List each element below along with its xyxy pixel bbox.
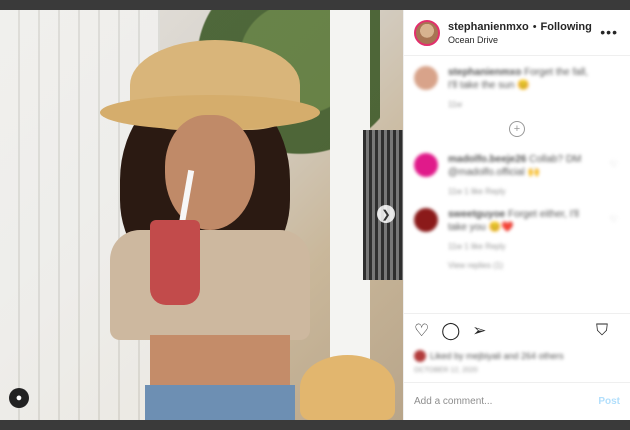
- next-photo-button[interactable]: ❯: [377, 205, 395, 223]
- add-comment-bar: Post: [404, 382, 630, 420]
- tagged-users-button[interactable]: ●: [9, 388, 29, 408]
- photo-torso: [150, 335, 290, 390]
- comments-list: stephanienmxo Forget the fall, I'll take…: [404, 56, 630, 313]
- bookmark-icon[interactable]: ⛉: [596, 322, 608, 340]
- likes-summary[interactable]: Liked by mejbiyali and 264 others: [404, 347, 630, 365]
- post-comment-button[interactable]: Post: [598, 396, 620, 407]
- comment-item: stephanienmxo Forget the fall, I'll take…: [414, 66, 620, 109]
- like-comment-icon[interactable]: ♡: [610, 159, 618, 170]
- comment-meta: 11w: [448, 100, 463, 109]
- post-date: October 12, 2020: [414, 367, 478, 374]
- comment-avatar[interactable]: [414, 66, 438, 90]
- comment-item: sweetguyoe Forget either, I'll take you …: [414, 208, 620, 251]
- comment-username[interactable]: sweetguyoe: [448, 209, 505, 220]
- author-meta: stephanienmxo • Following Ocean Drive: [448, 21, 592, 45]
- comment-body: stephanienmxo Forget the fall, I'll take…: [448, 66, 598, 92]
- plus-icon: +: [513, 123, 521, 135]
- load-more-comments-button[interactable]: +: [509, 121, 525, 137]
- post-sidebar: stephanienmxo • Following Ocean Drive ••…: [403, 10, 630, 420]
- photo-person: [90, 40, 330, 420]
- comment-emoji: 😊❤️: [488, 222, 514, 233]
- photo-smoothie-cup: [150, 220, 200, 305]
- following-button[interactable]: Following: [541, 21, 592, 33]
- likes-text: Liked by mejbiyali and 264 others: [430, 351, 564, 361]
- author-line: stephanienmxo • Following: [448, 21, 592, 33]
- photo-jeans: [145, 385, 295, 420]
- post-header: stephanienmxo • Following Ocean Drive ••…: [404, 10, 630, 56]
- view-replies-link[interactable]: View replies (1): [448, 261, 620, 270]
- user-icon: ●: [15, 392, 23, 404]
- separator-dot: •: [532, 20, 537, 33]
- photo-face: [165, 115, 255, 230]
- post-modal: ❯ ● stephanienmxo • Following Ocean Driv…: [0, 10, 630, 420]
- share-icon[interactable]: ➢: [472, 321, 486, 341]
- comment-avatar[interactable]: [414, 153, 438, 177]
- comment-icon[interactable]: ◯: [441, 321, 460, 341]
- comment-avatar[interactable]: [414, 208, 438, 232]
- chevron-right-icon: ❯: [381, 208, 391, 221]
- like-comment-icon[interactable]: ♡: [610, 214, 618, 225]
- heart-icon[interactable]: ♡: [414, 321, 429, 341]
- post-actions: ♡ ◯ ➢ ⛉: [404, 313, 630, 347]
- comment-username[interactable]: madolfo.beeje26: [448, 154, 526, 165]
- post-location[interactable]: Ocean Drive: [448, 35, 592, 45]
- author-avatar[interactable]: [414, 19, 440, 46]
- comment-body: sweetguyoe Forget either, I'll take you …: [448, 208, 598, 234]
- comment-meta: 11w 1 like Reply: [448, 242, 506, 251]
- more-options-icon[interactable]: •••: [600, 24, 618, 40]
- liker-avatar: [414, 350, 426, 362]
- comment-emoji: 🙌: [527, 167, 540, 178]
- post-photo[interactable]: ❯ ●: [0, 10, 403, 420]
- comment-body: madolfo.beeje26 Collab? DM @madolfo.offi…: [448, 153, 598, 179]
- comment-meta: 11w 1 like Reply: [448, 187, 506, 196]
- comment-item: madolfo.beeje26 Collab? DM @madolfo.offi…: [414, 153, 620, 196]
- author-username[interactable]: stephanienmxo: [448, 21, 529, 33]
- photo-top: [110, 230, 310, 340]
- comment-emoji: 😊: [517, 80, 530, 91]
- comment-username[interactable]: stephanienmxo: [448, 67, 521, 78]
- photo-bread-basket: [300, 355, 395, 420]
- add-comment-input[interactable]: [414, 396, 599, 407]
